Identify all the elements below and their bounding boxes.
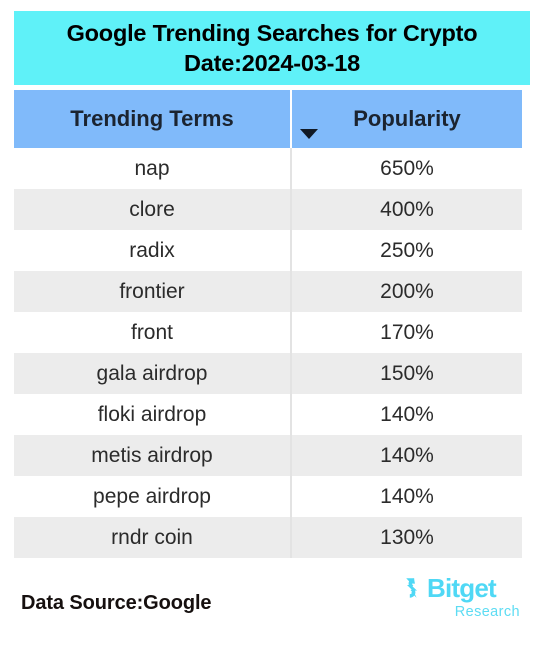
brand-name-label: Bitget — [427, 573, 497, 603]
cell-popularity: 170% — [291, 312, 522, 353]
cell-term: clore — [14, 189, 292, 230]
cell-popularity: 140% — [291, 476, 522, 517]
cell-popularity: 130% — [291, 517, 522, 558]
bitget-research-logo: Bitget Research — [400, 573, 522, 623]
brand-lockup: Bitget — [400, 573, 522, 603]
trending-searches-card: Google Trending Searches for Crypto Date… — [0, 0, 538, 652]
cell-term: rndr coin — [14, 517, 292, 558]
cell-popularity: 400% — [291, 189, 522, 230]
card-title-line-2: Date:2024-03-18 — [184, 50, 360, 76]
table-row: gala airdrop 150% — [14, 353, 522, 394]
cell-popularity: 650% — [291, 148, 522, 189]
table-header-row: Trending Terms Popularity — [14, 90, 522, 148]
table-row: frontier 200% — [14, 271, 522, 312]
table-row: nap 650% — [14, 148, 522, 189]
cell-popularity: 150% — [291, 353, 522, 394]
table-row: pepe airdrop 140% — [14, 476, 522, 517]
column-header-popularity[interactable]: Popularity — [291, 90, 522, 148]
cell-popularity: 140% — [291, 394, 522, 435]
cell-term: radix — [14, 230, 292, 271]
table-body: nap 650% clore 400% radix 250% frontier … — [14, 148, 522, 558]
cell-term: metis airdrop — [14, 435, 292, 476]
cell-term: front — [14, 312, 292, 353]
cell-popularity: 140% — [291, 435, 522, 476]
cell-term: floki airdrop — [14, 394, 292, 435]
bitget-logo-icon — [406, 578, 417, 598]
table-row: radix 250% — [14, 230, 522, 271]
column-header-trending-terms[interactable]: Trending Terms — [14, 90, 292, 148]
caret-down-icon[interactable] — [300, 129, 318, 139]
cell-popularity: 250% — [291, 230, 522, 271]
table-row: metis airdrop 140% — [14, 435, 522, 476]
cell-term: gala airdrop — [14, 353, 292, 394]
table-row: front 170% — [14, 312, 522, 353]
cell-term: frontier — [14, 271, 292, 312]
cell-popularity: 200% — [291, 271, 522, 312]
trending-terms-table: Trending Terms Popularity nap 650% clore… — [14, 90, 522, 558]
table-row: floki airdrop 140% — [14, 394, 522, 435]
card-title-banner: Google Trending Searches for Crypto Date… — [14, 11, 530, 85]
cell-term: nap — [14, 148, 292, 189]
card-title-line-1: Google Trending Searches for Crypto — [66, 20, 478, 46]
column-header-popularity-label: Popularity — [353, 106, 461, 131]
cell-term: pepe airdrop — [14, 476, 292, 517]
data-source-label: Data Source:Google — [21, 592, 212, 614]
table-header: Trending Terms Popularity — [14, 90, 522, 148]
table-row: rndr coin 130% — [14, 517, 522, 558]
table-row: clore 400% — [14, 189, 522, 230]
brand-subtitle-label: Research — [454, 604, 520, 620]
card-footer: Data Source:Google Bitget Research — [0, 570, 538, 630]
